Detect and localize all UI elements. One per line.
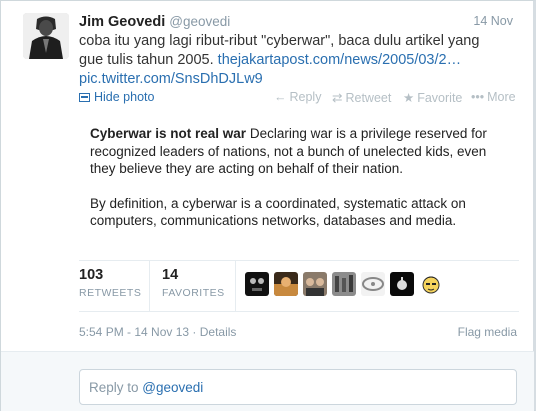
stats-divider-bottom: [79, 311, 519, 312]
tweet-footer: 5:54 PM - 14 Nov 13 · Details Flag media: [79, 325, 519, 339]
avatar: [361, 272, 385, 296]
more-button[interactable]: ••• More: [471, 90, 516, 104]
star-icon: ★: [403, 91, 415, 105]
stats-divider: [149, 261, 150, 311]
avatar: [245, 272, 269, 296]
author-name[interactable]: Jim Geovedi: [79, 14, 165, 30]
favoriter-avatar[interactable]: [390, 272, 414, 296]
photo-paragraph-2: By definition, a cyberwar is a coordinat…: [90, 195, 466, 229]
reply-mention: @geovedi: [142, 380, 204, 395]
more-dots-icon: •••: [471, 90, 485, 104]
more-label: More: [487, 90, 516, 104]
avatar: [274, 272, 298, 296]
reply-prefix: Reply to: [89, 380, 143, 395]
reply-area: Reply to @geovedi: [1, 351, 534, 411]
tweet-datetime[interactable]: 5:54 PM - 14 Nov 13: [79, 325, 189, 339]
article-link[interactable]: thejakartapost.com/news/2005/03/2…: [218, 52, 461, 68]
tweet-text-line1: coba itu yang lagi ribut-ribut "cyberwar…: [79, 33, 480, 49]
hide-photo-button[interactable]: Hide photo: [79, 90, 154, 104]
hide-photo-label: Hide photo: [94, 90, 155, 104]
favorites-stat[interactable]: 14 FAVORITES: [162, 267, 225, 299]
reply-label: Reply: [289, 90, 322, 104]
retweet-label: Retweet: [345, 91, 392, 105]
tweet-timestamp[interactable]: 14 Nov: [473, 14, 513, 28]
favorite-button[interactable]: ★ Favorite: [403, 90, 462, 105]
favoriter-avatar[interactable]: [332, 272, 356, 296]
photo-paragraph-1: Cyberwar is not real war Declaring war i…: [90, 125, 508, 178]
author-avatar[interactable]: [23, 13, 69, 59]
reply-input[interactable]: Reply to @geovedi: [79, 369, 517, 405]
reply-button[interactable]: ← Reply: [274, 90, 321, 104]
flag-media-link[interactable]: Flag media: [458, 325, 517, 339]
author-avatar-image: [23, 13, 69, 59]
tweet-header: Jim Geovedi @geovedi 14 Nov: [79, 13, 513, 33]
details-link[interactable]: Details: [200, 325, 237, 339]
favorites-count: 14: [162, 267, 179, 283]
tweet-card: Jim Geovedi @geovedi 14 Nov coba itu yang…: [0, 0, 536, 411]
photo-link[interactable]: pic.twitter.com/SnsDhDJLw9: [79, 71, 263, 87]
favoriter-avatar[interactable]: [274, 272, 298, 296]
footer-separator: ·: [189, 325, 200, 339]
stats-divider: [235, 261, 236, 311]
favoriter-avatar[interactable]: [419, 272, 443, 296]
retweets-count: 103: [79, 267, 104, 283]
favoriter-avatar[interactable]: [303, 272, 327, 296]
tweet-text-line2: gue tulis tahun 2005.: [79, 52, 218, 68]
favoriter-avatar[interactable]: [361, 272, 385, 296]
favorite-label: Favorite: [417, 91, 463, 105]
attached-photo[interactable]: Cyberwar is not real war Declaring war i…: [81, 115, 517, 245]
author-handle[interactable]: @geovedi: [169, 14, 230, 29]
reply-arrow-icon: ←: [274, 90, 287, 104]
photo-heading: Cyberwar is not real war: [90, 126, 247, 141]
tweet-text: coba itu yang lagi ribut-ribut "cyberwar…: [79, 32, 509, 89]
avatar: [303, 272, 327, 296]
favorites-label: FAVORITES: [162, 287, 225, 299]
retweets-label: RETWEETS: [79, 287, 142, 299]
tweet-actions: Hide photo ← Reply ⇄ Retweet ★ Favorite •••…: [79, 90, 519, 108]
avatar: [390, 272, 414, 296]
retweets-stat[interactable]: 103 RETWEETS: [79, 267, 141, 299]
photo-icon: [79, 93, 90, 102]
retweet-icon: ⇄: [332, 91, 343, 105]
avatar: [332, 272, 356, 296]
tweet-stats: 103 RETWEETS 14 FAVORITES: [79, 261, 519, 311]
avatar: [419, 272, 443, 296]
favoriter-avatar[interactable]: [245, 272, 269, 296]
retweet-button[interactable]: ⇄ Retweet: [332, 90, 391, 105]
